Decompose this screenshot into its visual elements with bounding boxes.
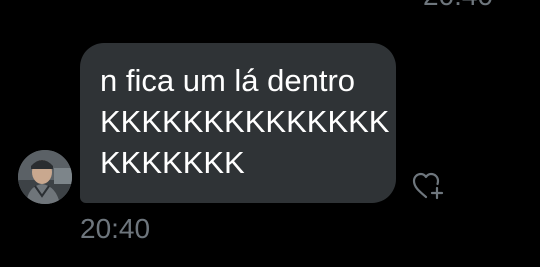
message-timestamp: 20:40 — [80, 213, 151, 244]
message-text-line: n fica um lá dentro — [100, 63, 356, 98]
sender-avatar[interactable] — [18, 150, 72, 204]
add-reaction-button[interactable] — [411, 170, 447, 202]
message-text-line: KKKKKKKKKKKKKK — [100, 104, 390, 139]
message-bubble[interactable]: n fica um lá dentro KKKKKKKKKKKKKK KKKKK… — [80, 43, 396, 203]
message-text-line: KKKKKKK — [100, 145, 245, 180]
previous-message-timestamp: 20:40 — [423, 0, 493, 10]
heart-plus-icon — [412, 172, 444, 200]
avatar-photo — [18, 150, 72, 204]
